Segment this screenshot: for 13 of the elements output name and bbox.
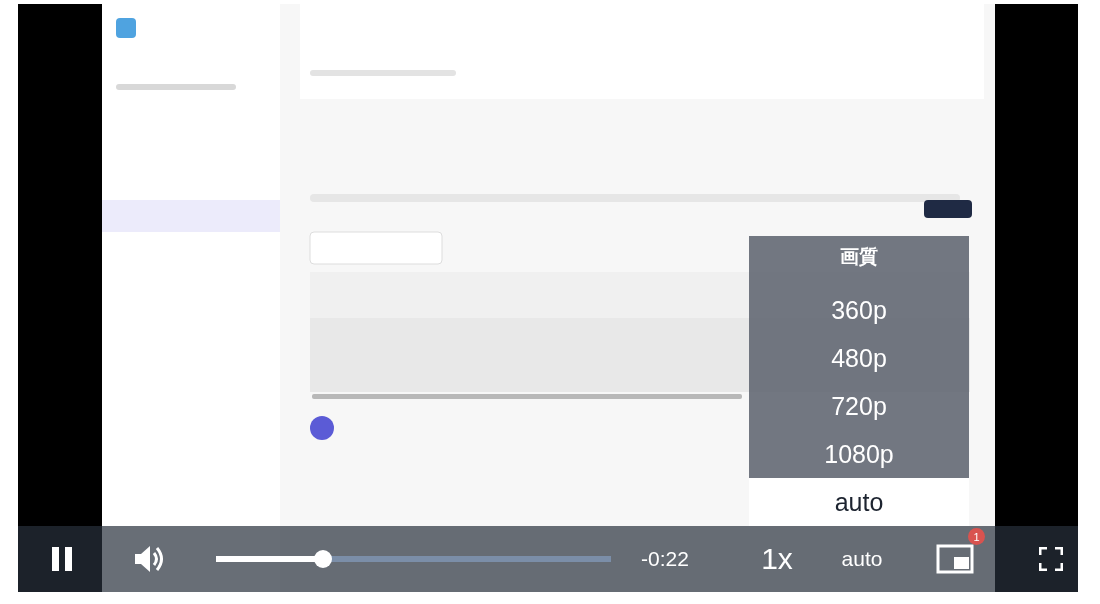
quality-option[interactable]: 360p: [749, 286, 969, 334]
quality-button[interactable]: auto: [817, 547, 907, 571]
fullscreen-icon: [1039, 547, 1063, 571]
quality-option[interactable]: 720p: [749, 382, 969, 430]
progress-handle[interactable]: [313, 550, 332, 568]
quality-option[interactable]: 1080p: [749, 430, 969, 478]
notification-badge: 1: [968, 528, 985, 545]
speed-button[interactable]: 1x: [737, 542, 817, 576]
time-remaining: -0:22: [641, 547, 690, 571]
picture-in-picture-icon: [936, 544, 974, 574]
quality-option[interactable]: auto: [749, 478, 969, 526]
menu-title: 画質: [839, 244, 879, 269]
pause-icon: [51, 546, 73, 572]
